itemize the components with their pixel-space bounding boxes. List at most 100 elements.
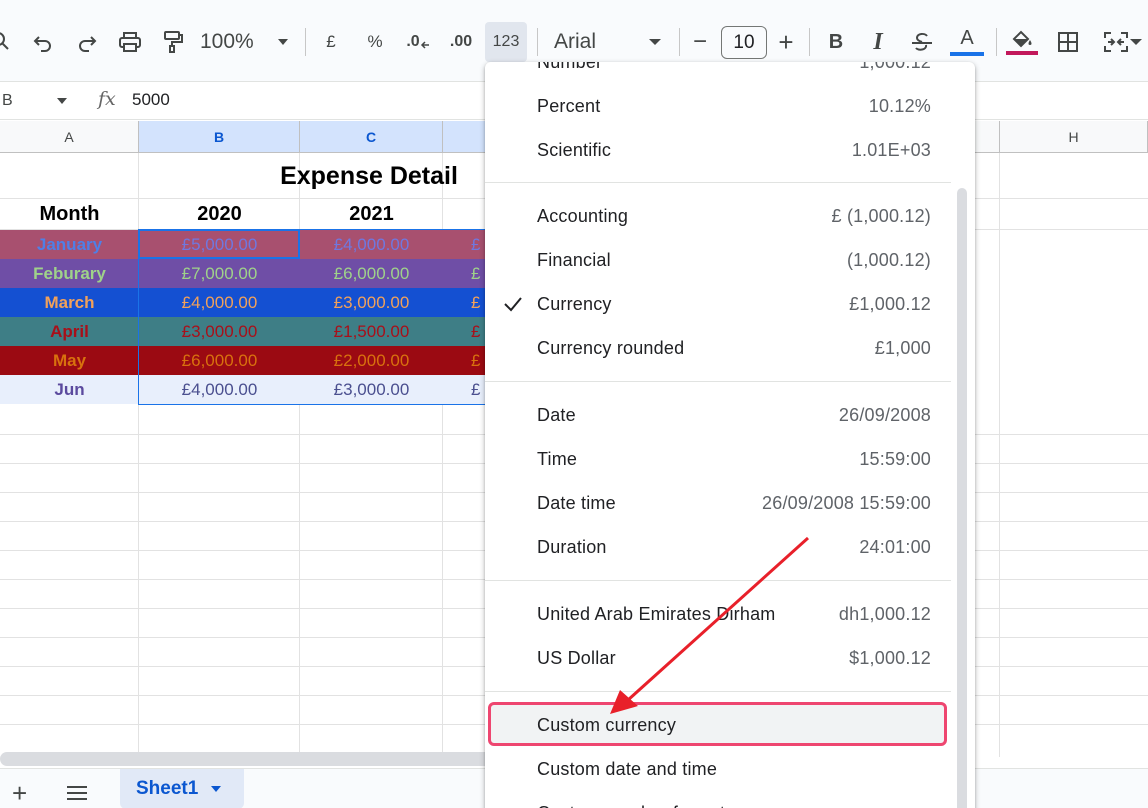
decrease-decimal-button[interactable]: .0 [402,24,434,60]
column-header-a[interactable]: A [0,121,139,153]
menu-item-label: Percent [537,95,601,116]
menu-separator [485,182,951,183]
menu-item-label: Accounting [537,205,629,226]
month-cell[interactable]: January [0,230,139,259]
font-family-select[interactable]: Arial [548,24,668,60]
menu-item-label: Currency [537,293,612,314]
menu-item-example: 1,000.12 [859,62,931,73]
menu-item-financial[interactable]: Financial (1,000.12) [485,238,951,282]
increase-decimal-label: .00 [449,33,473,50]
menu-item-label: Custom currency [537,714,677,735]
strikethrough-icon [912,32,932,51]
header-cell-month[interactable]: Month [0,199,139,229]
print-icon[interactable] [114,24,146,60]
add-sheet-button[interactable]: + [12,780,27,806]
increase-font-size-button[interactable]: + [774,24,798,60]
month-cell[interactable]: Feburary [0,259,139,288]
menu-separator [485,381,951,382]
menu-item-currency[interactable]: Currency £1,000.12 [485,282,951,326]
fill-color-swatch [1006,51,1038,55]
menu-item-scientific[interactable]: Scientific 1.01E+03 [485,128,951,172]
menu-item-label: Financial [537,249,611,270]
toolbar-divider [537,28,538,56]
horizontal-scrollbar[interactable] [0,752,500,766]
search-menus-icon[interactable] [0,24,16,60]
menu-item-label: United Arab Emirates Dirham [537,603,776,624]
column-header-g[interactable] [975,121,1000,153]
menu-item-percent[interactable]: Percent 10.12% [485,84,951,128]
menu-item-label: US Dollar [537,647,616,668]
menu-item-duration[interactable]: Duration 24:01:00 [485,525,951,569]
menu-item-example: £1,000 [874,337,931,358]
format-as-percent-button[interactable]: % [362,24,388,60]
menu-item-example: 1.01E+03 [851,139,931,160]
menu-item-example: £ (1,000.12) [831,205,931,226]
format-as-currency-button[interactable]: £ [318,24,344,60]
column-header-d[interactable] [443,121,488,153]
formula-input[interactable]: 5000 [132,90,170,110]
text-color-button[interactable]: A [950,24,984,60]
month-cell[interactable]: Jun [0,375,139,404]
menu-item-example: £1,000.12 [849,293,931,314]
menu-scrollbar[interactable] [957,188,967,808]
sheet-tab-sheet1[interactable]: Sheet1 [120,769,244,808]
borders-button[interactable] [1054,24,1082,60]
top-strip [0,0,1148,16]
menu-item-custom-date-and-time[interactable]: Custom date and time [485,747,951,791]
menu-item-label: Currency rounded [537,337,685,358]
fill-color-button[interactable] [1006,24,1038,60]
more-formats-button[interactable]: 123 [485,22,527,62]
toolbar-divider [679,28,680,56]
menu-item-number[interactable]: Number 1,000.12 [485,62,951,84]
menu-item-label: Duration [537,536,607,557]
month-cell[interactable]: May [0,346,139,375]
number-format-menu: Number 1,000.12 Percent 10.12% Scientific 1.0… [485,62,975,808]
check-icon [504,297,522,312]
header-cell-2021[interactable]: 2021 [300,199,443,229]
header-cell-2020[interactable]: 2020 [139,199,300,229]
menu-item-date-time[interactable]: Date time 26/09/2008 15:59:00 [485,481,951,525]
menu-item-label: Number [537,62,602,73]
menu-item-example: (1,000.12) [846,249,931,270]
active-cell-outline [138,229,300,259]
menu-item-currency-rounded[interactable]: Currency rounded £1,000 [485,326,951,370]
decrease-font-size-button[interactable]: − [688,24,712,60]
menu-item-example: 10.12% [868,95,931,116]
menu-item-united-arab-emirates-dirham[interactable]: United Arab Emirates Dirham dh1,000.12 [485,592,951,636]
toolbar-divider [996,28,997,56]
menu-item-us-dollar[interactable]: US Dollar $1,000.12 [485,636,951,680]
month-cell[interactable]: March [0,288,139,317]
menu-item-time[interactable]: Time 15:59:00 [485,437,951,481]
font-size-input[interactable]: 10 [721,26,767,59]
redo-icon[interactable] [72,24,102,60]
column-header-b[interactable]: B [139,121,300,153]
all-sheets-menu-icon[interactable] [66,785,88,801]
paint-bucket-icon [1012,30,1032,48]
name-box-value: B [2,92,13,109]
sheet-tab-label: Sheet1 [136,778,199,799]
menu-item-label: Custom number format [537,803,725,808]
column-header-c[interactable]: C [300,121,443,153]
decrease-decimal-label: .0 [406,33,420,50]
chevron-down-icon [57,98,67,104]
chevron-down-icon [649,39,661,45]
month-cell[interactable]: April [0,317,139,346]
undo-icon[interactable] [28,24,58,60]
strikethrough-button[interactable] [908,24,936,60]
merge-cells-button[interactable] [1098,24,1148,60]
menu-item-date[interactable]: Date 26/09/2008 [485,393,951,437]
chevron-down-icon[interactable] [210,785,222,793]
arrow-left-icon [420,41,429,49]
menu-item-custom-currency[interactable]: Custom currency [485,703,951,747]
increase-decimal-button[interactable]: .00 [446,24,476,60]
paint-format-icon[interactable] [158,24,188,60]
menu-separator [485,691,951,692]
merge-cells-icon [1104,32,1128,52]
zoom-select[interactable]: 100% [200,24,290,60]
column-header-h[interactable]: H [1000,121,1148,153]
name-box[interactable]: B [0,88,80,114]
menu-item-custom-number-format[interactable]: Custom number format [485,791,951,808]
bold-button[interactable]: B [824,24,848,60]
menu-item-accounting[interactable]: Accounting £ (1,000.12) [485,194,951,238]
italic-button[interactable]: I [866,24,890,60]
